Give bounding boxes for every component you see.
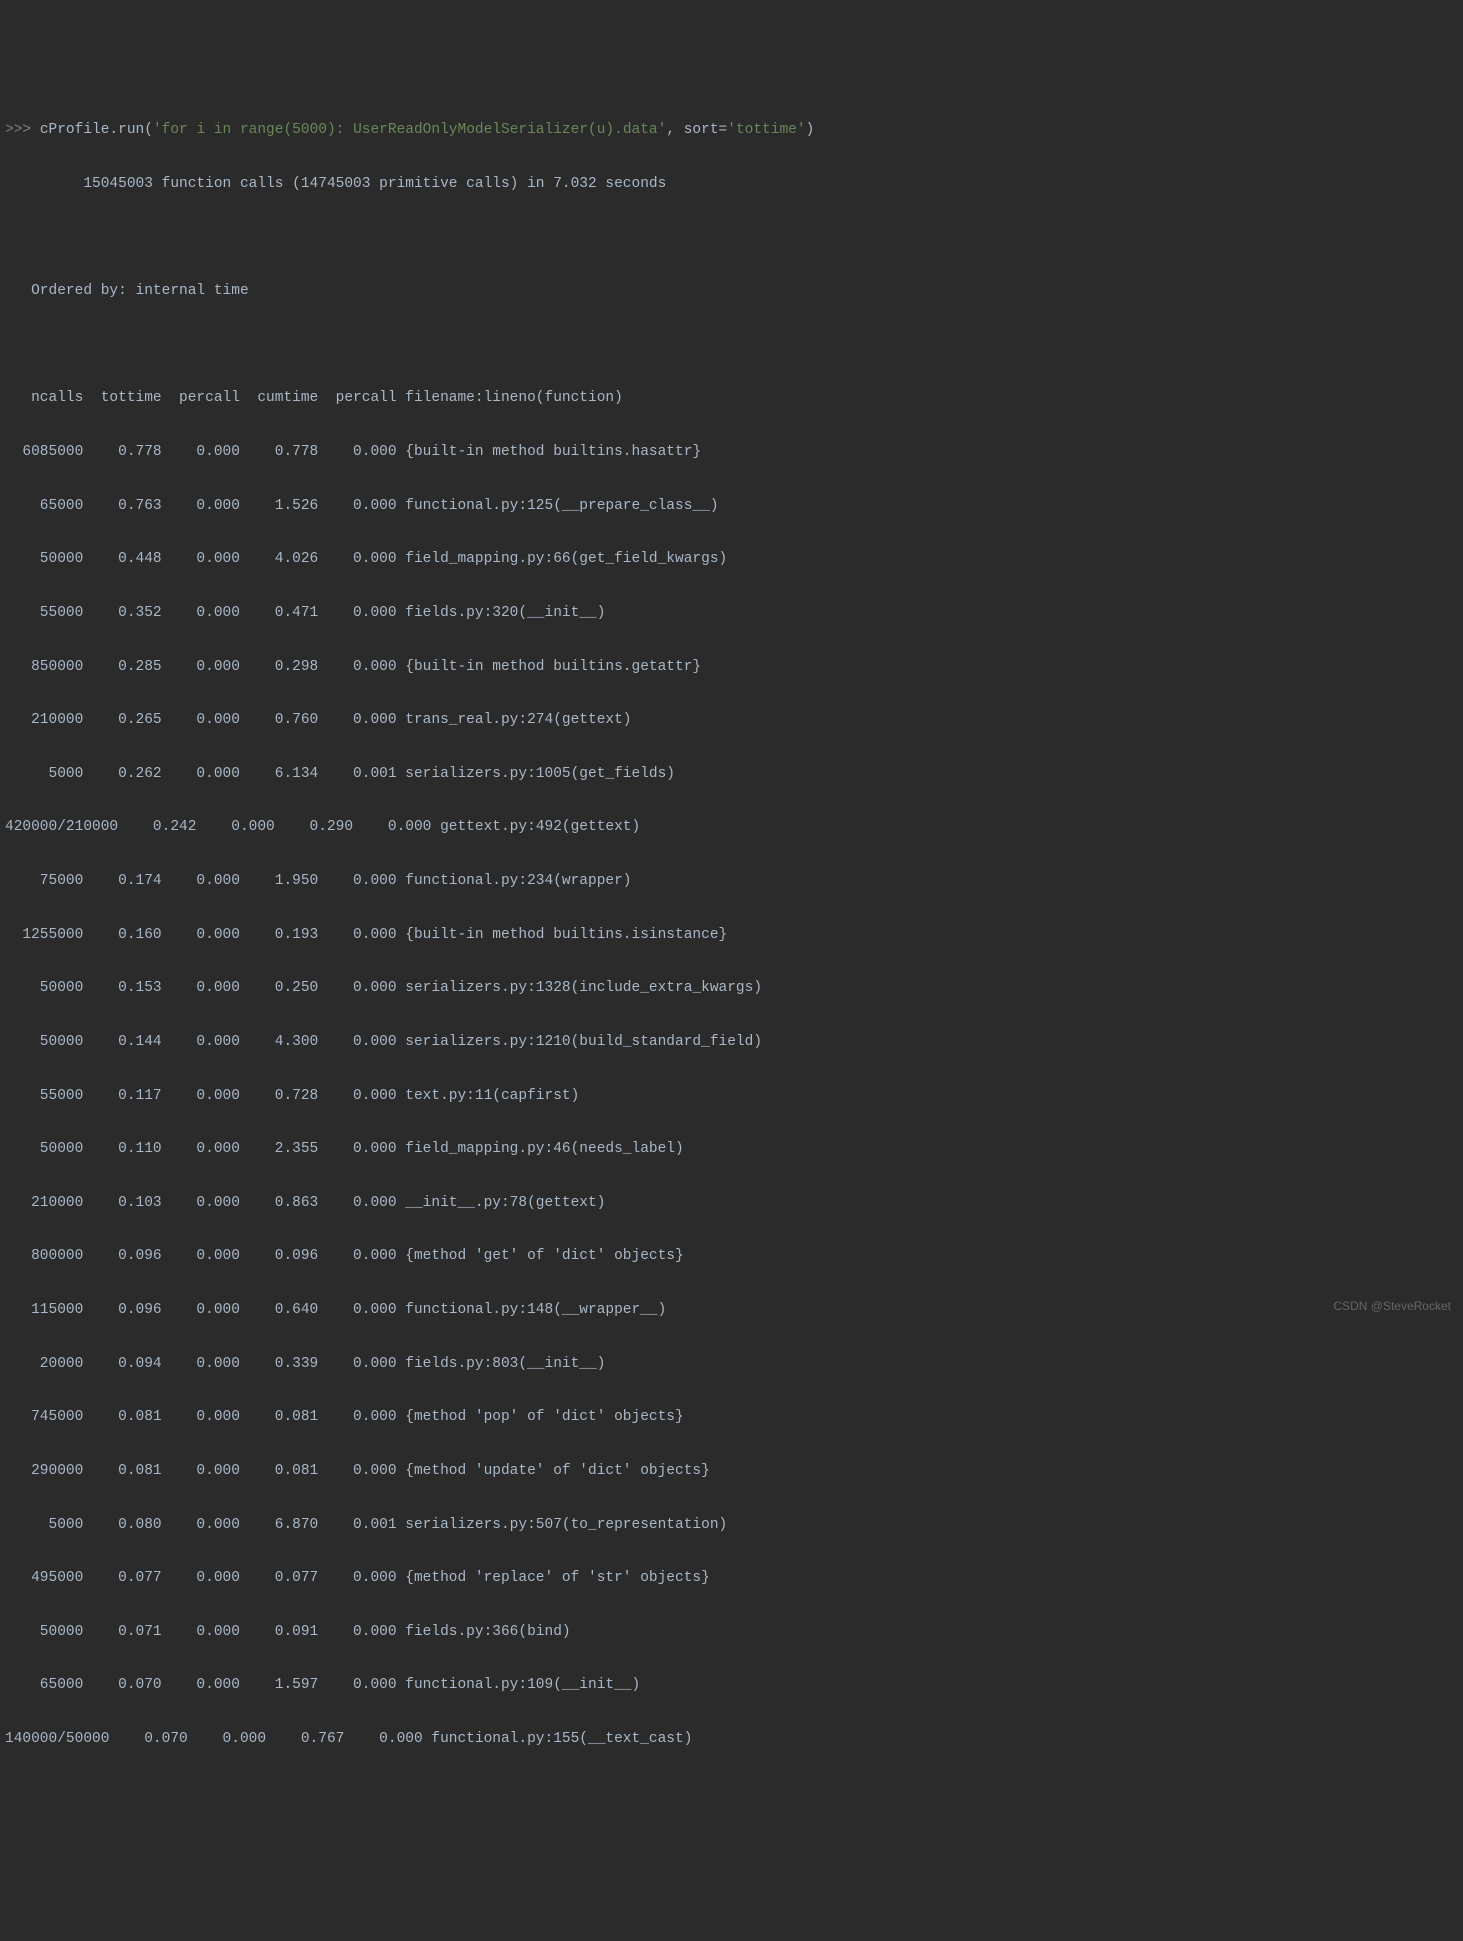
blank-line (5, 332, 1458, 359)
table-row: 5000 0.080 0.000 6.870 0.001 serializers… (5, 1512, 1458, 1539)
table-row: 210000 0.103 0.000 0.863 0.000 __init__.… (5, 1190, 1458, 1217)
command-line: >>> cProfile.run('for i in range(5000): … (5, 117, 1458, 144)
table-header: ncalls tottime percall cumtime percall f… (5, 385, 1458, 412)
table-row: 115000 0.096 0.000 0.640 0.000 functiona… (5, 1297, 1458, 1324)
table-row: 50000 0.144 0.000 4.300 0.000 serializer… (5, 1029, 1458, 1056)
table-row: 20000 0.094 0.000 0.339 0.000 fields.py:… (5, 1351, 1458, 1378)
repl-prompt: >>> (5, 122, 40, 138)
table-row: 210000 0.265 0.000 0.760 0.000 trans_rea… (5, 707, 1458, 734)
watermark: CSDN @SteveRocket (1333, 1295, 1451, 1317)
table-row: 50000 0.153 0.000 0.250 0.000 serializer… (5, 975, 1458, 1002)
table-row: 55000 0.117 0.000 0.728 0.000 text.py:11… (5, 1083, 1458, 1110)
table-row: 50000 0.071 0.000 0.091 0.000 fields.py:… (5, 1619, 1458, 1646)
table-row: 50000 0.110 0.000 2.355 0.000 field_mapp… (5, 1136, 1458, 1163)
table-row: 745000 0.081 0.000 0.081 0.000 {method '… (5, 1404, 1458, 1431)
table-row: 65000 0.763 0.000 1.526 0.000 functional… (5, 493, 1458, 520)
table-row: 140000/50000 0.070 0.000 0.767 0.000 fun… (5, 1726, 1458, 1753)
table-row: 75000 0.174 0.000 1.950 0.000 functional… (5, 868, 1458, 895)
table-row: 5000 0.262 0.000 6.134 0.001 serializers… (5, 761, 1458, 788)
table-row: 850000 0.285 0.000 0.298 0.000 {built-in… (5, 654, 1458, 681)
string-arg-2: 'tottime' (727, 122, 805, 138)
table-row: 55000 0.352 0.000 0.471 0.000 fields.py:… (5, 600, 1458, 627)
summary-line: 15045003 function calls (14745003 primit… (5, 171, 1458, 198)
code-suffix: ) (806, 122, 815, 138)
table-row: 65000 0.070 0.000 1.597 0.000 functional… (5, 1672, 1458, 1699)
string-arg-1: 'for i in range(5000): UserReadOnlyModel… (153, 122, 666, 138)
table-row: 50000 0.448 0.000 4.026 0.000 field_mapp… (5, 546, 1458, 573)
table-row: 1255000 0.160 0.000 0.193 0.000 {built-i… (5, 922, 1458, 949)
table-row: 495000 0.077 0.000 0.077 0.000 {method '… (5, 1565, 1458, 1592)
table-row: 800000 0.096 0.000 0.096 0.000 {method '… (5, 1243, 1458, 1270)
code-prefix: cProfile.run( (40, 122, 153, 138)
ordered-by-line: Ordered by: internal time (5, 278, 1458, 305)
table-row: 420000/210000 0.242 0.000 0.290 0.000 ge… (5, 814, 1458, 841)
table-row: 290000 0.081 0.000 0.081 0.000 {method '… (5, 1458, 1458, 1485)
code-sep: , sort= (666, 122, 727, 138)
table-row: 6085000 0.778 0.000 0.778 0.000 {built-i… (5, 439, 1458, 466)
blank-line (5, 225, 1458, 252)
